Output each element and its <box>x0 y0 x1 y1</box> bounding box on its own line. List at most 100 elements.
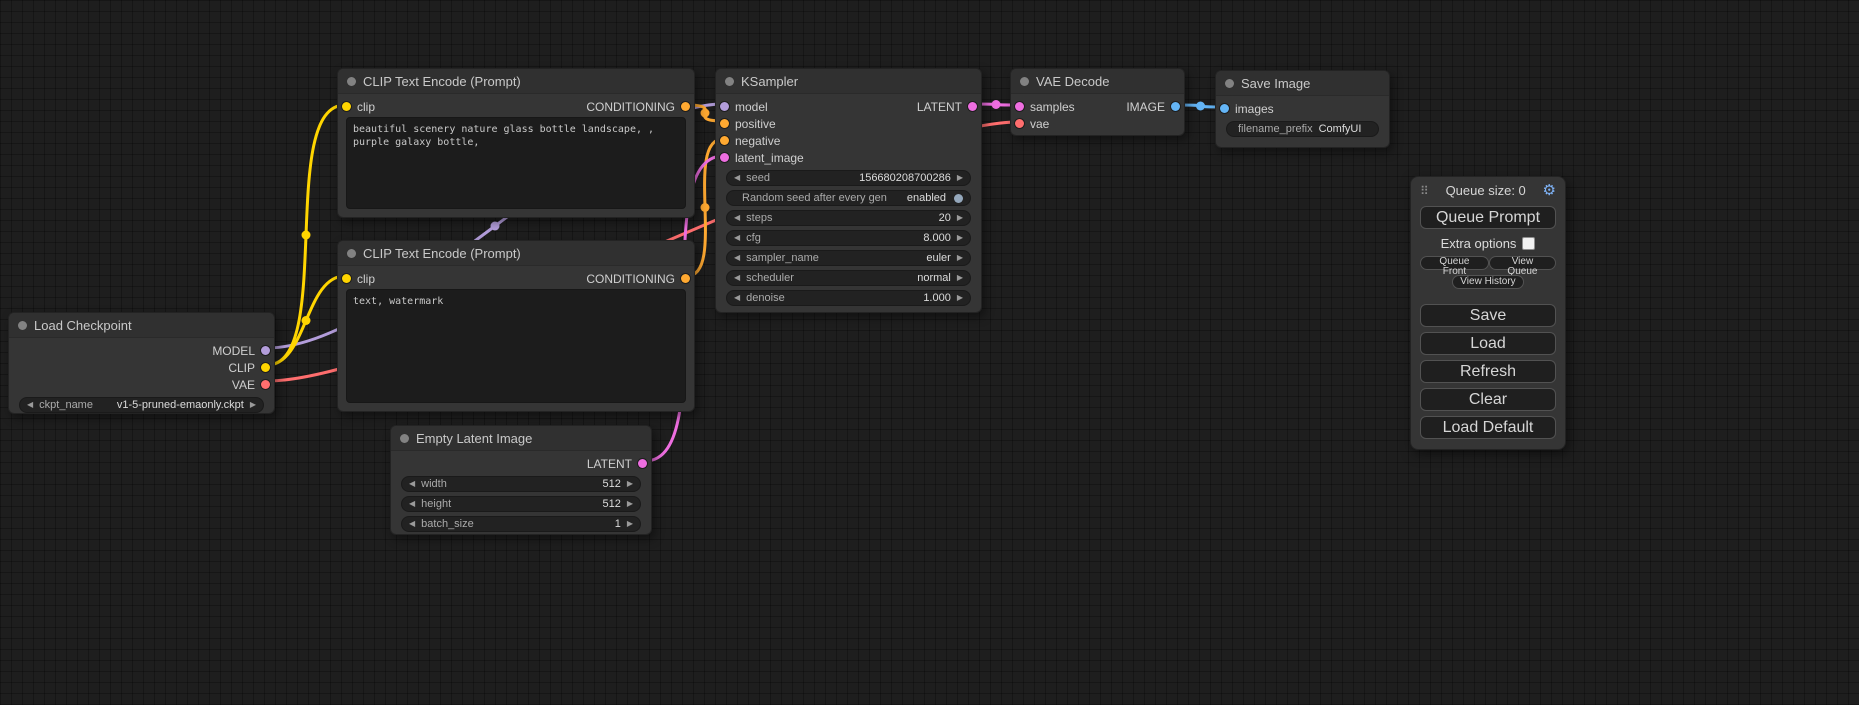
collapse-dot-icon[interactable] <box>725 77 734 86</box>
refresh-button[interactable]: Refresh <box>1420 360 1556 383</box>
samples-input-slot[interactable] <box>1015 102 1024 111</box>
increment-arrow-icon[interactable]: ▶ <box>957 234 963 242</box>
extra-options-checkbox[interactable] <box>1522 237 1535 250</box>
decrement-arrow-icon[interactable]: ◀ <box>27 401 33 409</box>
increment-arrow-icon[interactable]: ▶ <box>627 480 633 488</box>
clip-output-slot[interactable] <box>261 363 270 372</box>
wire-midpoint-dot-image-to-save-image <box>1196 102 1205 111</box>
latent-image-input-slot[interactable] <box>720 153 729 162</box>
widget-label: filename_prefix <box>1238 123 1313 135</box>
images-input-slot[interactable] <box>1220 104 1229 113</box>
node-title-bar[interactable]: Save Image <box>1216 71 1389 96</box>
wire-midpoint-dot-ksampler-latent-to-vae-decode <box>992 100 1001 109</box>
decrement-arrow-icon[interactable]: ◀ <box>734 214 740 222</box>
toggle-knob[interactable] <box>954 194 963 203</box>
node-ksampler[interactable]: KSampler model positive negative <box>715 68 982 313</box>
decrement-arrow-icon[interactable]: ◀ <box>409 480 415 488</box>
node-clip-text-encode-negative[interactable]: CLIP Text Encode (Prompt) clip CONDITION… <box>337 240 695 412</box>
latent-output-slot[interactable] <box>638 459 647 468</box>
increment-arrow-icon[interactable]: ▶ <box>627 520 633 528</box>
vae-output-slot[interactable] <box>261 380 270 389</box>
clip-input-slot[interactable] <box>342 274 351 283</box>
image-output-slot[interactable] <box>1171 102 1180 111</box>
node-vae-decode[interactable]: VAE Decode samples vae IMAGE <box>1010 68 1185 136</box>
node-graph-canvas[interactable]: Load Checkpoint MODEL CLIP VAE <box>0 0 1859 705</box>
widget-scheduler[interactable]: ◀ scheduler normal ▶ <box>726 270 971 286</box>
decrement-arrow-icon[interactable]: ◀ <box>409 520 415 528</box>
settings-gear-icon[interactable]: ⚙ <box>1543 183 1556 198</box>
negative-prompt-textarea[interactable]: text, watermark <box>346 289 686 403</box>
negative-input-slot[interactable] <box>720 136 729 145</box>
widget-random-seed-toggle[interactable]: Random seed after every gen enabled <box>726 190 971 206</box>
view-queue-button[interactable]: View Queue <box>1489 256 1556 270</box>
input-slot-label: latent_image <box>735 151 804 165</box>
widget-height[interactable]: ◀ height 512 ▶ <box>401 496 641 512</box>
positive-prompt-textarea[interactable]: beautiful scenery nature glass bottle la… <box>346 117 686 209</box>
queue-size-label: Queue size: 0 <box>1429 183 1543 198</box>
increment-arrow-icon[interactable]: ▶ <box>957 274 963 282</box>
vae-input-slot[interactable] <box>1015 119 1024 128</box>
increment-arrow-icon[interactable]: ▶ <box>627 500 633 508</box>
collapse-dot-icon[interactable] <box>1020 77 1029 86</box>
widget-cfg[interactable]: ◀ cfg 8.000 ▶ <box>726 230 971 246</box>
queue-prompt-button[interactable]: Queue Prompt <box>1420 206 1556 229</box>
node-title: KSampler <box>741 74 798 89</box>
output-slot-label: CONDITIONING <box>586 272 675 286</box>
node-title-bar[interactable]: CLIP Text Encode (Prompt) <box>338 69 694 94</box>
wire-midpoint-dot-clip-to-negative-prompt <box>302 316 311 325</box>
node-title-bar[interactable]: Load Checkpoint <box>9 313 274 338</box>
widget-denoise[interactable]: ◀ denoise 1.000 ▶ <box>726 290 971 306</box>
model-output-slot[interactable] <box>261 346 270 355</box>
conditioning-output-slot[interactable] <box>681 102 690 111</box>
load-button[interactable]: Load <box>1420 332 1556 355</box>
decrement-arrow-icon[interactable]: ◀ <box>734 274 740 282</box>
increment-arrow-icon[interactable]: ▶ <box>250 401 256 409</box>
widget-width[interactable]: ◀ width 512 ▶ <box>401 476 641 492</box>
widget-batch-size[interactable]: ◀ batch_size 1 ▶ <box>401 516 641 532</box>
input-slot-label: negative <box>735 134 780 148</box>
node-title-bar[interactable]: CLIP Text Encode (Prompt) <box>338 241 694 266</box>
decrement-arrow-icon[interactable]: ◀ <box>734 174 740 182</box>
queue-menu-panel: ⠿ Queue size: 0 ⚙ Queue Prompt Extra opt… <box>1410 176 1566 450</box>
view-history-button[interactable]: View History <box>1452 275 1523 289</box>
widget-filename-prefix[interactable]: filename_prefix ComfyUI <box>1226 121 1379 137</box>
latent-output-slot[interactable] <box>968 102 977 111</box>
node-title-bar[interactable]: Empty Latent Image <box>391 426 651 451</box>
decrement-arrow-icon[interactable]: ◀ <box>734 294 740 302</box>
collapse-dot-icon[interactable] <box>347 77 356 86</box>
decrement-arrow-icon[interactable]: ◀ <box>734 254 740 262</box>
widget-steps[interactable]: ◀ steps 20 ▶ <box>726 210 971 226</box>
increment-arrow-icon[interactable]: ▶ <box>957 294 963 302</box>
widget-sampler-name[interactable]: ◀ sampler_name euler ▶ <box>726 250 971 266</box>
collapse-dot-icon[interactable] <box>1225 79 1234 88</box>
widget-seed[interactable]: ◀ seed 156680208700286 ▶ <box>726 170 971 186</box>
clip-input-slot[interactable] <box>342 102 351 111</box>
node-title-bar[interactable]: KSampler <box>716 69 981 94</box>
increment-arrow-icon[interactable]: ▶ <box>957 174 963 182</box>
node-clip-text-encode-positive[interactable]: CLIP Text Encode (Prompt) clip CONDITION… <box>337 68 695 218</box>
node-save-image[interactable]: Save Image images filename_prefix ComfyU… <box>1215 70 1390 148</box>
node-title-bar[interactable]: VAE Decode <box>1011 69 1184 94</box>
wire-clip-to-positive-prompt <box>267 105 345 365</box>
load-default-button[interactable]: Load Default <box>1420 416 1556 439</box>
node-load-checkpoint[interactable]: Load Checkpoint MODEL CLIP VAE <box>8 312 275 414</box>
queue-front-button[interactable]: Queue Front <box>1420 256 1489 270</box>
conditioning-output-slot[interactable] <box>681 274 690 283</box>
decrement-arrow-icon[interactable]: ◀ <box>734 234 740 242</box>
drag-handle-icon[interactable]: ⠿ <box>1420 184 1429 198</box>
positive-input-slot[interactable] <box>720 119 729 128</box>
node-empty-latent-image[interactable]: Empty Latent Image LATENT ◀ width 512 ▶ … <box>390 425 652 535</box>
widget-value: 8.000 <box>923 232 951 244</box>
increment-arrow-icon[interactable]: ▶ <box>957 254 963 262</box>
model-input-slot[interactable] <box>720 102 729 111</box>
clear-button[interactable]: Clear <box>1420 388 1556 411</box>
decrement-arrow-icon[interactable]: ◀ <box>409 500 415 508</box>
widget-ckpt-name[interactable]: ◀ ckpt_name v1-5-pruned-emaonly.ckpt ▶ <box>19 397 264 413</box>
increment-arrow-icon[interactable]: ▶ <box>957 214 963 222</box>
save-button[interactable]: Save <box>1420 304 1556 327</box>
output-slot-label: MODEL <box>212 344 255 358</box>
collapse-dot-icon[interactable] <box>347 249 356 258</box>
collapse-dot-icon[interactable] <box>18 321 27 330</box>
wire-clip-to-negative-prompt <box>267 276 345 365</box>
collapse-dot-icon[interactable] <box>400 434 409 443</box>
